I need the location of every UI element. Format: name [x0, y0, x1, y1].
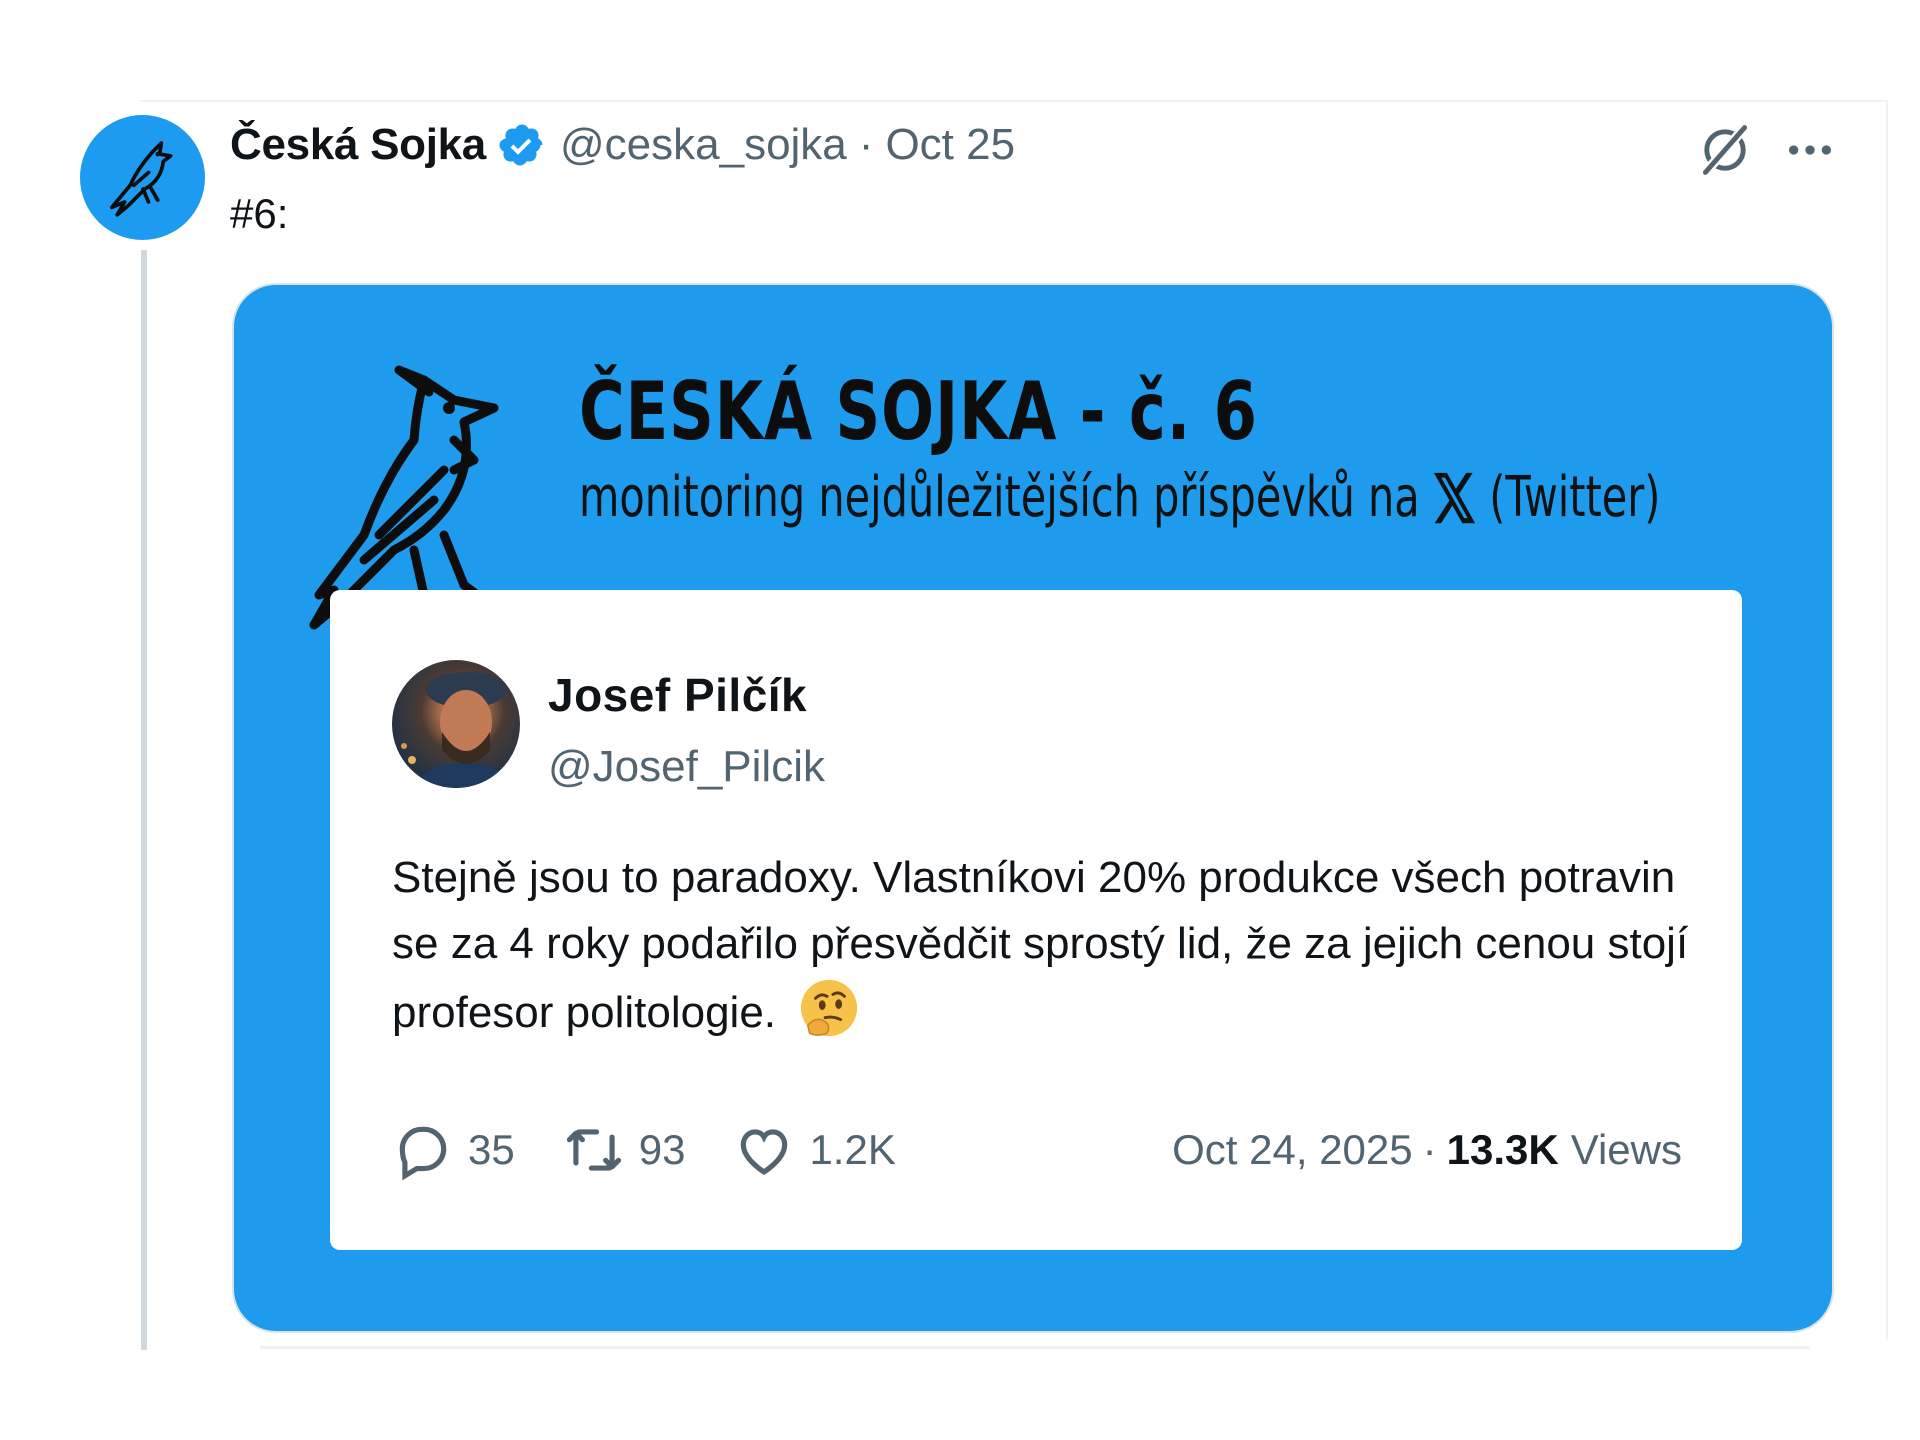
quoted-tweet-meta: Oct 24, 2025 · 13.3K Views [1172, 1115, 1682, 1185]
quoted-tweet-stats: 35 93 1.2K [392, 1115, 944, 1185]
grok-icon [1701, 124, 1749, 176]
more-button[interactable] [1780, 120, 1840, 180]
views-count: 13.3K [1446, 1126, 1559, 1173]
quoted-tweet-date: Oct 24, 2025 [1172, 1126, 1413, 1173]
avatar[interactable] [80, 115, 205, 240]
heart-icon [741, 1129, 788, 1175]
tweet-date[interactable]: Oct 25 [885, 120, 1015, 170]
tweet-text: #6: [230, 190, 289, 237]
like-count: 1.2K [809, 1126, 896, 1173]
repost-icon [566, 1129, 621, 1171]
views-label: Views [1570, 1126, 1682, 1173]
verified-badge-icon[interactable] [498, 121, 546, 169]
quoted-avatar[interactable] [392, 660, 520, 788]
grok-button[interactable] [1695, 120, 1755, 180]
tweet-page: Česká Sojka @ceska_sojka · Oct 25 #6: ČE… [0, 0, 1920, 1440]
quoted-author-handle: @Josef_Pilcik [548, 742, 825, 791]
divider-right [1886, 100, 1888, 1340]
media-subtitle-suffix: (Twitter) [1489, 465, 1661, 530]
thinking-face-icon [798, 977, 860, 1039]
tweet-header: Česká Sojka @ceska_sojka · Oct 25 [230, 115, 1015, 175]
more-icon [1789, 145, 1831, 155]
separator-dot: · [858, 120, 874, 169]
media-subtitle-text: monitoring nejdůležitějších příspěvků na [579, 465, 1420, 530]
quoted-tweet-card: Josef Pilčík @Josef_Pilcik Stejně jsou t… [330, 590, 1742, 1250]
media-subtitle: monitoring nejdůležitějších příspěvků na… [579, 465, 1660, 530]
display-name[interactable]: Česká Sojka [230, 120, 486, 170]
repost-stat[interactable]: 93 [563, 1119, 686, 1181]
x-logo-icon [1432, 467, 1478, 529]
divider-bottom [260, 1346, 1810, 1349]
reply-icon [399, 1126, 447, 1181]
user-handle[interactable]: @ceska_sojka [560, 120, 847, 170]
tweet-media[interactable]: ČESKÁ SOJKA - č. 6 monitoring nejdůležit… [232, 283, 1834, 1333]
reply-stat[interactable]: 35 [392, 1119, 515, 1181]
repost-count: 93 [638, 1126, 686, 1173]
media-title: ČESKÁ SOJKA - č. 6 [579, 365, 1258, 458]
thread-line [141, 250, 147, 1350]
divider-top [140, 100, 1888, 102]
meta-separator: · [1422, 1126, 1437, 1173]
reply-count: 35 [468, 1126, 515, 1173]
quoted-tweet-body: Stejně jsou to paradoxy. Vlastníkovi 20%… [392, 845, 1702, 1046]
like-stat[interactable]: 1.2K [733, 1119, 896, 1181]
quoted-tweet-text: Stejně jsou to paradoxy. Vlastníkovi 20%… [392, 853, 1689, 1037]
jay-bird-logo-icon [109, 140, 172, 217]
quoted-author-name: Josef Pilčík [548, 669, 808, 721]
